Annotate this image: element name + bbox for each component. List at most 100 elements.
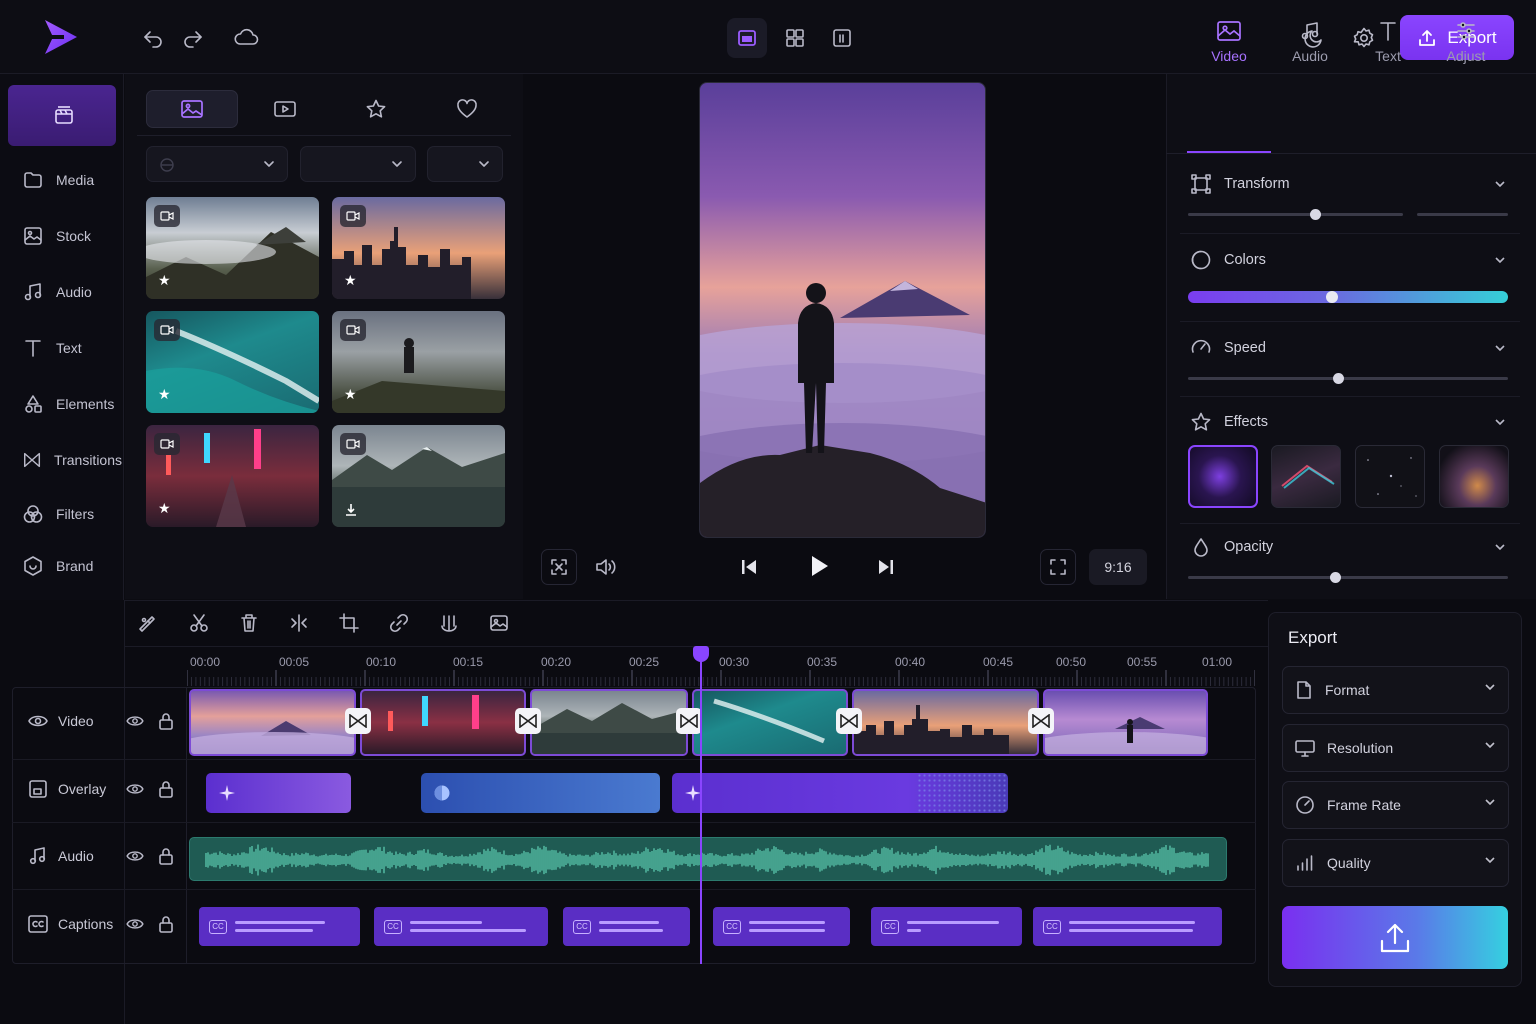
fit-to-screen-icon[interactable] bbox=[541, 549, 577, 585]
color-picker-icon[interactable] bbox=[136, 612, 160, 636]
aspect-ratio-button[interactable]: 9:16 bbox=[1089, 549, 1147, 585]
volume-icon[interactable] bbox=[588, 549, 624, 585]
star-filled-icon[interactable]: ★ bbox=[158, 500, 171, 517]
filter-dropdown-2[interactable] bbox=[300, 146, 416, 182]
tab-video[interactable]: Video bbox=[1189, 20, 1269, 64]
star-filled-icon[interactable]: ★ bbox=[344, 386, 357, 403]
tab-favorites[interactable] bbox=[421, 90, 513, 128]
visibility-toggle-icon[interactable] bbox=[126, 849, 144, 863]
overlay-clip[interactable] bbox=[672, 773, 1008, 813]
download-icon[interactable] bbox=[344, 503, 358, 517]
play-icon[interactable] bbox=[801, 548, 837, 584]
caption-clip[interactable]: CC bbox=[871, 907, 1022, 946]
tab-text[interactable]: Text bbox=[1348, 20, 1428, 64]
link-icon[interactable] bbox=[388, 612, 412, 636]
export-resolution-select[interactable]: Resolution bbox=[1282, 724, 1509, 772]
layout-panel-icon[interactable] bbox=[822, 18, 862, 58]
nav-item-audio[interactable]: Audio bbox=[8, 272, 122, 312]
caption-clip[interactable]: CC bbox=[563, 907, 690, 946]
section-opacity[interactable]: Opacity bbox=[1190, 536, 1273, 558]
transform-slider[interactable] bbox=[1188, 213, 1403, 216]
slider-knob[interactable] bbox=[1309, 209, 1321, 220]
star-filled-icon[interactable]: ★ bbox=[158, 386, 171, 403]
app-logo-icon[interactable] bbox=[42, 18, 80, 56]
tab-starred[interactable] bbox=[330, 90, 422, 128]
effect-glow-preset[interactable] bbox=[1188, 445, 1258, 508]
caption-clip[interactable]: CC bbox=[374, 907, 548, 946]
transition-bowtie-icon[interactable] bbox=[676, 708, 702, 734]
section-colors[interactable]: Colors bbox=[1190, 249, 1266, 271]
export-upload-button[interactable] bbox=[1282, 906, 1508, 969]
tab-audio[interactable]: Audio bbox=[1270, 20, 1350, 64]
audio-detach-icon[interactable] bbox=[438, 612, 462, 636]
nav-item-elements[interactable]: Elements bbox=[8, 384, 122, 424]
lock-icon[interactable] bbox=[158, 915, 174, 933]
chevron-down-icon[interactable] bbox=[1494, 180, 1506, 188]
scissors-icon[interactable] bbox=[188, 612, 212, 636]
chevron-down-icon[interactable] bbox=[1494, 418, 1506, 426]
overlay-clip[interactable] bbox=[206, 773, 351, 813]
preview-canvas[interactable] bbox=[699, 82, 986, 538]
caption-clip[interactable]: CC bbox=[1033, 907, 1222, 946]
cloud-icon[interactable] bbox=[226, 18, 266, 58]
media-thumb-hiker[interactable]: ★ bbox=[332, 311, 505, 413]
tab-images[interactable] bbox=[146, 90, 238, 128]
star-filled-icon[interactable]: ★ bbox=[344, 272, 357, 289]
playhead-handle[interactable] bbox=[693, 646, 709, 662]
video-clip[interactable] bbox=[530, 689, 688, 756]
video-clip[interactable] bbox=[852, 689, 1039, 756]
video-clip[interactable] bbox=[360, 689, 526, 756]
transform-slider-secondary[interactable] bbox=[1417, 213, 1508, 216]
media-thumb-neon-street[interactable]: ★ bbox=[146, 425, 319, 527]
nav-item-transitions[interactable]: Transitions bbox=[8, 440, 122, 480]
speed-slider[interactable] bbox=[1188, 377, 1508, 380]
color-gradient-slider[interactable] bbox=[1188, 291, 1508, 303]
transition-bowtie-icon[interactable] bbox=[836, 708, 862, 734]
effect-light-leak-preset[interactable] bbox=[1439, 445, 1509, 508]
export-format-select[interactable]: Format bbox=[1282, 666, 1509, 714]
filter-dropdown-3[interactable] bbox=[427, 146, 503, 182]
tab-adjust[interactable]: Adjust bbox=[1426, 20, 1506, 64]
tab-videos[interactable] bbox=[239, 90, 331, 128]
visibility-toggle-icon[interactable] bbox=[126, 782, 144, 796]
split-icon[interactable] bbox=[288, 612, 312, 636]
media-thumb-city[interactable]: ★ bbox=[332, 197, 505, 299]
playhead[interactable] bbox=[693, 646, 709, 964]
section-transform[interactable]: Transform bbox=[1190, 173, 1290, 195]
caption-clip[interactable]: CC bbox=[713, 907, 850, 946]
overlay-clip[interactable] bbox=[421, 773, 660, 813]
video-clip[interactable] bbox=[189, 689, 356, 756]
opacity-slider[interactable] bbox=[1188, 576, 1508, 579]
star-filled-icon[interactable]: ★ bbox=[158, 272, 171, 289]
nav-item-media[interactable]: Media bbox=[8, 160, 122, 200]
transition-bowtie-icon[interactable] bbox=[345, 708, 371, 734]
export-quality-select[interactable]: Quality bbox=[1282, 839, 1509, 887]
chevron-down-icon[interactable] bbox=[1494, 344, 1506, 352]
fullscreen-icon[interactable] bbox=[1040, 549, 1076, 585]
image-icon[interactable] bbox=[488, 612, 512, 636]
caption-clip[interactable]: CC bbox=[199, 907, 360, 946]
crop-icon[interactable] bbox=[338, 612, 362, 636]
lock-icon[interactable] bbox=[158, 847, 174, 865]
chevron-down-icon[interactable] bbox=[1494, 256, 1506, 264]
section-effects[interactable]: Effects bbox=[1190, 411, 1268, 433]
layout-single-icon[interactable] bbox=[727, 18, 767, 58]
media-thumb-mountain[interactable]: ★ bbox=[146, 197, 319, 299]
transition-bowtie-icon[interactable] bbox=[1028, 708, 1054, 734]
layout-grid-icon[interactable] bbox=[775, 18, 815, 58]
chevron-down-icon[interactable] bbox=[1494, 543, 1506, 551]
lock-icon[interactable] bbox=[158, 780, 174, 798]
media-thumb-lake[interactable] bbox=[332, 425, 505, 527]
undo-icon[interactable] bbox=[133, 18, 173, 58]
filter-dropdown-1[interactable] bbox=[146, 146, 288, 182]
video-clip[interactable] bbox=[1043, 689, 1208, 756]
lock-icon[interactable] bbox=[158, 712, 174, 730]
nav-item-stock[interactable]: Stock bbox=[8, 216, 122, 256]
trash-icon[interactable] bbox=[238, 612, 262, 636]
visibility-toggle-icon[interactable] bbox=[126, 917, 144, 931]
nav-item-filters[interactable]: Filters bbox=[8, 494, 122, 534]
effect-glitch-preset[interactable] bbox=[1271, 445, 1341, 508]
nav-item-text[interactable]: Text bbox=[8, 328, 122, 368]
skip-forward-icon[interactable] bbox=[868, 549, 904, 585]
nav-item-brand[interactable]: Brand bbox=[8, 546, 122, 586]
